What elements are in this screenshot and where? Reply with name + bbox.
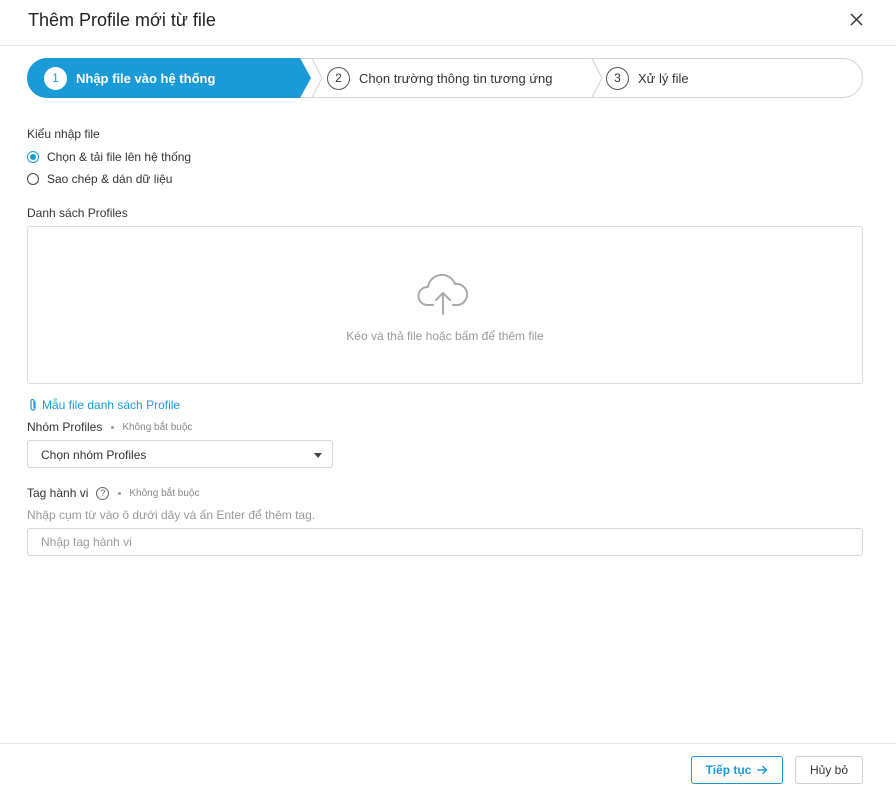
radio-label: Chọn & tải file lên hệ thống: [47, 150, 192, 164]
close-button[interactable]: [846, 9, 868, 31]
profile-group-select[interactable]: Chọn nhóm Profiles: [27, 440, 333, 468]
step-number: 3: [606, 66, 629, 90]
behavior-tag-input[interactable]: [27, 528, 863, 556]
select-value: Chọn nhóm Profiles: [41, 448, 147, 462]
profile-group-label-row: Nhóm Profiles Không bắt buộc: [27, 420, 192, 434]
radio-label: Sao chép & dán dữ liệu: [47, 172, 173, 186]
separator-dot: [111, 425, 115, 429]
close-icon: [850, 13, 863, 26]
modal-title: Thêm Profile mới từ file: [28, 10, 216, 30]
behavior-tag-hint: Nhập cụm từ vào ô dưới dây và ấn Enter đ…: [27, 508, 316, 522]
optional-badge: Không bắt buộc: [122, 421, 193, 433]
step-3[interactable]: 3 Xử lý file: [606, 58, 689, 98]
step-2[interactable]: 2 Chọn trường thông tin tương ứng: [327, 58, 553, 98]
behavior-tag-label-row: Tag hành vi ? Không bắt buộc: [27, 486, 199, 500]
stepper: 1 Nhập file vào hệ thống 2 Chọn trường t…: [27, 58, 863, 98]
import-type-label: Kiểu nhập file: [27, 127, 100, 141]
step-label: Xử lý file: [638, 70, 689, 86]
file-dropzone[interactable]: Kéo và thả file hoặc bấm để thêm file: [27, 226, 863, 384]
caret-down-icon: [314, 453, 322, 458]
cancel-label: Hủy bỏ: [809, 763, 849, 777]
separator-dot: [118, 491, 122, 495]
optional-badge: Không bắt buộc: [129, 487, 200, 499]
template-link-label: Mẫu file danh sách Profile: [42, 398, 181, 412]
continue-label: Tiếp tục: [705, 763, 752, 777]
step-label: Chọn trường thông tin tương ứng: [359, 70, 553, 86]
radio-paste-data[interactable]: Sao chép & dán dữ liệu: [27, 172, 172, 186]
step-number: 1: [44, 66, 67, 90]
profiles-list-label: Danh sách Profiles: [27, 206, 128, 220]
profile-group-label: Nhóm Profiles: [27, 420, 103, 434]
continue-button[interactable]: Tiếp tục: [691, 756, 783, 784]
behavior-tag-label: Tag hành vi: [27, 486, 89, 500]
help-icon[interactable]: ?: [96, 486, 110, 500]
step-label: Nhập file vào hệ thống: [76, 70, 216, 86]
step-1[interactable]: 1 Nhập file vào hệ thống: [44, 58, 215, 98]
radio-upload-file[interactable]: Chọn & tải file lên hệ thống: [27, 150, 191, 164]
step-number: 2: [327, 66, 350, 90]
paperclip-icon: [30, 398, 36, 411]
radio-button[interactable]: [27, 151, 39, 163]
radio-button[interactable]: [27, 173, 39, 185]
cloud-upload-icon: [417, 273, 469, 315]
arrow-right-icon: [757, 765, 768, 775]
modal-header: Thêm Profile mới từ file: [0, 0, 896, 46]
cancel-button[interactable]: Hủy bỏ: [795, 756, 863, 784]
template-file-link[interactable]: Mẫu file danh sách Profile: [28, 398, 180, 412]
dropzone-text: Kéo và thả file hoặc bấm để thêm file: [346, 329, 544, 343]
